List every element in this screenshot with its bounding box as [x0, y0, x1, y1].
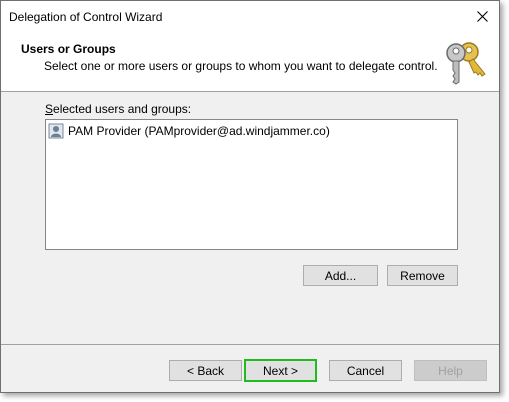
window-title: Delegation of Control Wizard — [9, 10, 163, 24]
selected-users-label: Selected users and groups: — [45, 102, 192, 116]
wizard-content: Selected users and groups: PAM Provider … — [1, 91, 499, 345]
footer-separator — [1, 344, 499, 345]
cancel-button-label: Cancel — [346, 363, 385, 378]
keys-icon — [446, 42, 486, 85]
remove-button[interactable]: Remove — [387, 265, 458, 286]
back-button[interactable]: < Back — [169, 360, 242, 381]
help-button[interactable]: Help — [414, 360, 487, 381]
close-button[interactable] — [465, 1, 499, 32]
wizard-header: Users or Groups Select one or more users… — [1, 32, 499, 92]
page-title: Users or Groups — [21, 42, 116, 56]
page-subtitle: Select one or more users or groups to wh… — [44, 59, 438, 73]
cancel-button[interactable]: Cancel — [329, 360, 402, 381]
close-icon — [476, 11, 488, 22]
remove-button-label: Remove — [400, 268, 445, 283]
help-button-label: Help — [438, 363, 463, 378]
user-icon — [48, 123, 64, 139]
next-button[interactable]: Next > — [244, 359, 317, 382]
selected-users-label-text: elected users and groups: — [53, 102, 192, 116]
next-suffix: > — [287, 363, 299, 378]
list-item[interactable]: PAM Provider (PAMprovider@ad.windjammer.… — [48, 122, 334, 140]
list-item-label: PAM Provider (PAMprovider@ad.windjammer.… — [68, 124, 330, 138]
back-button-label: Back — [197, 363, 225, 378]
selected-users-listbox[interactable]: PAM Provider (PAMprovider@ad.windjammer.… — [45, 119, 458, 250]
add-button-label: Add... — [324, 268, 357, 283]
back-prefix: < — [186, 363, 198, 378]
title-bar: Delegation of Control Wizard — [1, 1, 499, 32]
wizard-dialog: Delegation of Control Wizard Users or Gr… — [0, 0, 500, 393]
add-button[interactable]: Add... — [303, 265, 378, 286]
next-button-label: Next — [262, 363, 288, 378]
